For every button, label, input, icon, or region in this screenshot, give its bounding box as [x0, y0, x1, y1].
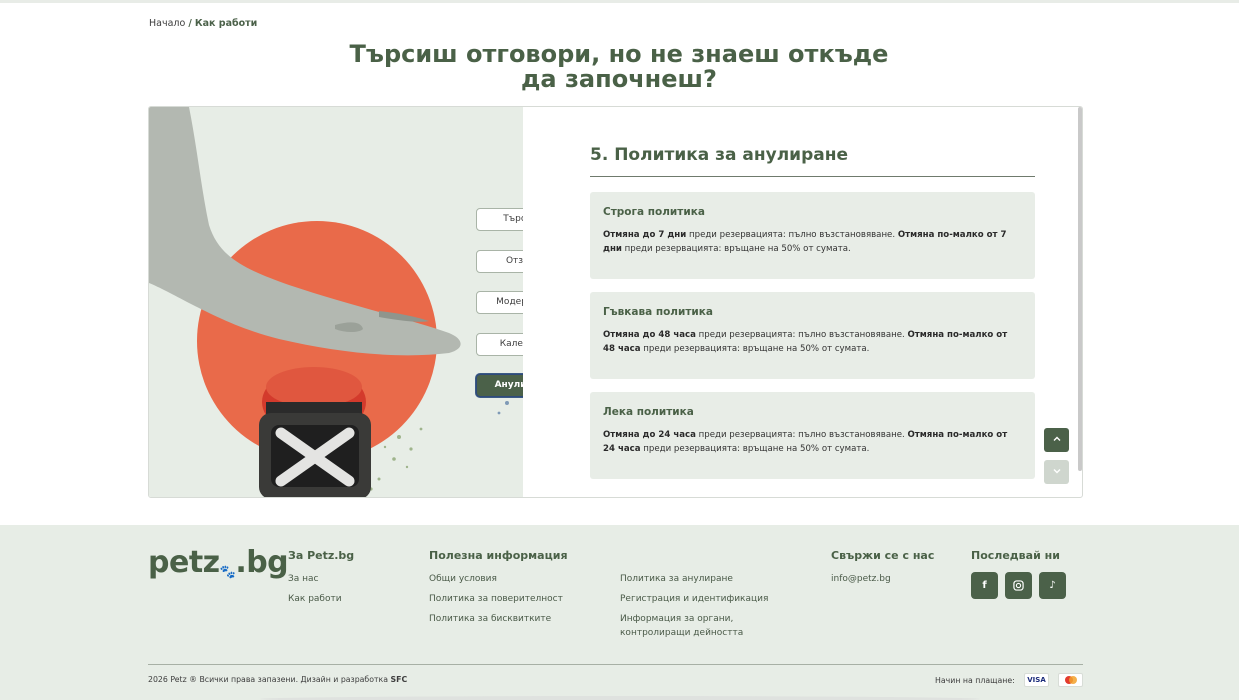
page-title: Търсиш отговори, но не знаеш откъде да з… [349, 40, 889, 93]
how-it-works-menu: Търсене Отзиви Модерация Календар Анулир… [476, 208, 523, 416]
paw-icon: 🐾 [219, 565, 236, 580]
breadcrumb-current: Как работи [194, 18, 258, 29]
menu-item-calendar[interactable]: Календар [476, 332, 523, 356]
policy-card-light: Лека политика Отмяна до 24 часа преди ре… [590, 392, 1035, 479]
policy-card-flexible: Гъвкава политика Отмяна до 48 часа преди… [590, 292, 1035, 379]
policy-title: Строга политика [603, 206, 705, 218]
menu-item-reviews[interactable]: Отзиви [476, 249, 523, 273]
policy-text: Отмяна до 24 часа преди резервацията: пъ… [603, 430, 1008, 454]
footer-link-cookies[interactable]: Политика за бисквитките [429, 612, 551, 626]
footer-logo[interactable]: petz🐾.bg [148, 545, 289, 580]
tiktok-icon[interactable]: ♪ [1039, 572, 1066, 599]
footer-divider [148, 664, 1083, 665]
policy-title: Гъвкава политика [603, 306, 713, 318]
policy-text: Отмяна до 48 часа преди резервацията: пъ… [603, 330, 1008, 354]
footer-email-link[interactable]: info@petz.bg [831, 572, 891, 586]
section-content: 5. Политика за анулиране Строга политика… [590, 107, 1036, 497]
scroll-up-button[interactable] [1044, 428, 1069, 452]
about-column-title: За Petz.bg [288, 549, 355, 562]
payment-label: Начин на плащане: [935, 676, 1015, 685]
how-it-works-card: Търсене Отзиви Модерация Календар Анулир… [148, 106, 1083, 498]
illustration-panel: Търсене Отзиви Модерация Календар Анулир… [149, 107, 523, 497]
footer-link-authorities[interactable]: Информация за органи, контролиращи дейно… [620, 612, 780, 640]
menu-item-search[interactable]: Търсене [476, 208, 523, 231]
mastercard-icon [1058, 673, 1083, 687]
scroll-down-button[interactable] [1044, 460, 1069, 484]
footer-link-about[interactable]: За нас [288, 572, 319, 586]
breadcrumb-home[interactable]: Начало [149, 18, 185, 29]
footer-link-how-it-works[interactable]: Как работи [288, 592, 342, 606]
section-title: 5. Политика за анулиране [590, 145, 849, 165]
policy-card-strict: Строга политика Отмяна до 7 дни преди ре… [590, 192, 1035, 279]
chevron-down-icon [1053, 469, 1060, 474]
scrollbar[interactable] [1078, 107, 1082, 471]
footer: petz🐾.bg За Petz.bg За нас Как работи По… [0, 525, 1239, 700]
breadcrumb-separator: / [188, 18, 192, 29]
top-border [0, 0, 1239, 3]
menu-item-cancellation[interactable]: Анулиране [476, 374, 523, 397]
cancel-button-illustration [259, 367, 371, 497]
section-divider [590, 176, 1035, 177]
footer-link-registration[interactable]: Регистрация и идентификация [620, 592, 768, 606]
footer-link-privacy[interactable]: Политика за поверителност [429, 592, 563, 606]
footer-link-cancellation[interactable]: Политика за анулиране [620, 572, 733, 586]
follow-column-title: Последвай ни [971, 549, 1060, 562]
bottom-shadow [260, 696, 980, 700]
chevron-up-icon [1053, 436, 1060, 441]
footer-link-terms[interactable]: Общи условия [429, 572, 497, 586]
menu-item-moderation[interactable]: Модерация [476, 291, 523, 314]
breadcrumb: Начало / Как работи [149, 18, 257, 29]
facebook-icon[interactable]: f [971, 572, 998, 599]
visa-icon: VISA [1024, 673, 1049, 687]
copyright: 2026 Petz ® Всички права запазени. Дизай… [148, 675, 408, 684]
instagram-icon[interactable] [1005, 572, 1032, 599]
policy-text: Отмяна до 7 дни преди резервацията: пълн… [603, 230, 1007, 254]
info-column-title: Полезна информация [429, 549, 568, 562]
contact-column-title: Свържи се с нас [831, 549, 935, 562]
policy-title: Лека политика [603, 406, 694, 418]
